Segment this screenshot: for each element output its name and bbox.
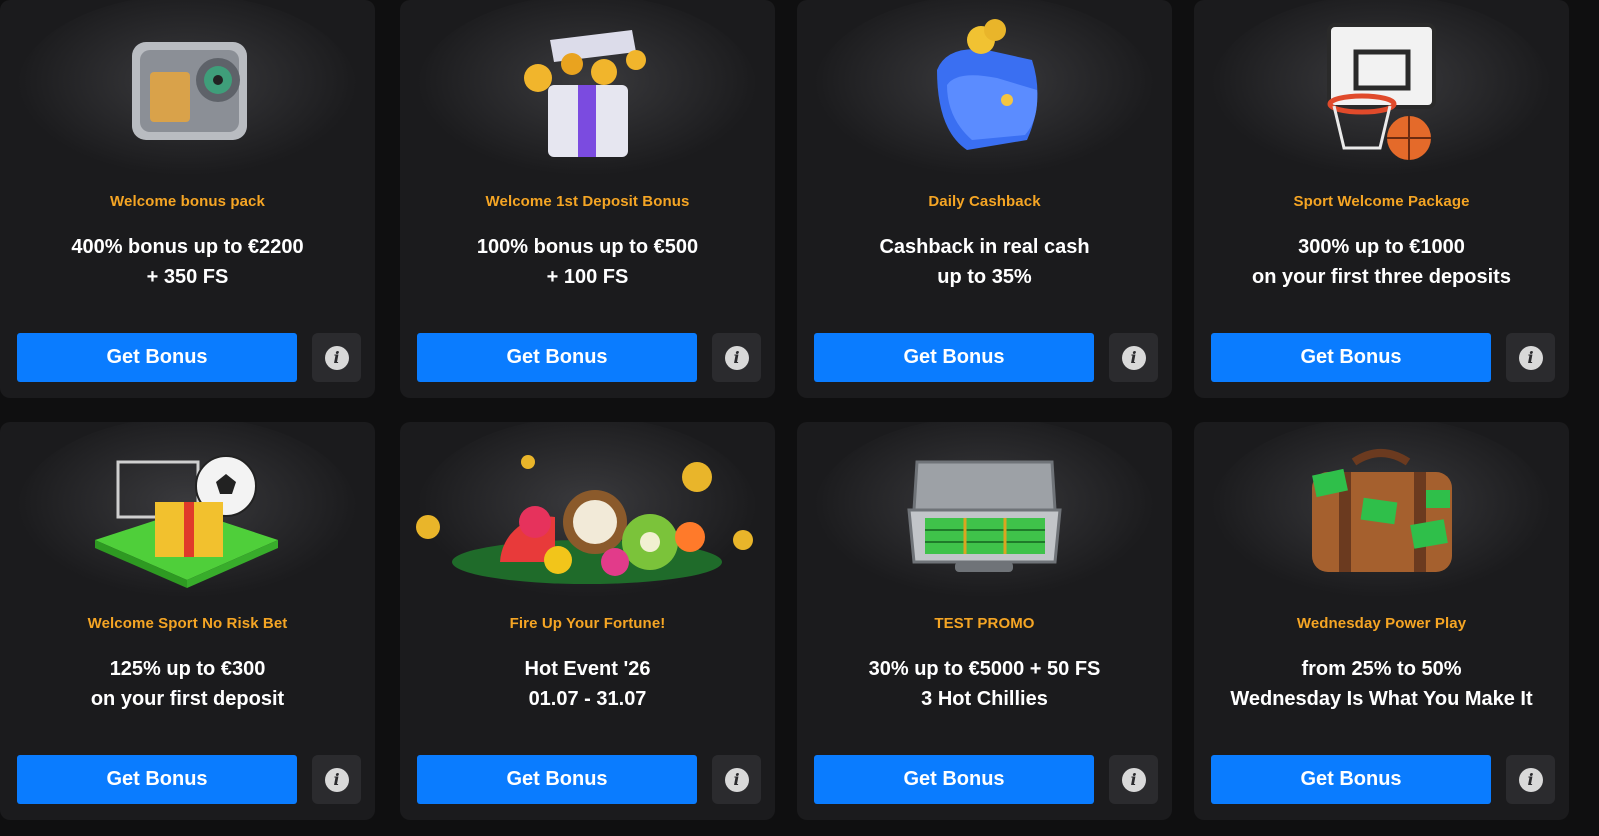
offer-line-1: Hot Event '26 — [524, 658, 651, 680]
bonus-offer: 100% bonus up to €500 + 100 FS — [400, 232, 775, 292]
get-bonus-button[interactable]: Get Bonus — [417, 755, 697, 804]
info-icon: i — [1121, 767, 1146, 792]
offer-line-2: on your first three deposits — [1252, 266, 1511, 288]
info-icon: i — [724, 767, 749, 792]
bonus-card: Welcome Sport No Risk Bet 125% up to €30… — [0, 422, 375, 820]
get-bonus-button[interactable]: Get Bonus — [1211, 333, 1491, 382]
bonus-title: Welcome Sport No Risk Bet — [87, 615, 288, 632]
offer-line-2: up to 35% — [937, 266, 1032, 288]
bonus-card: TEST PROMO 30% up to €5000 + 50 FS 3 Hot… — [797, 422, 1172, 820]
info-icon: i — [1518, 767, 1543, 792]
info-button[interactable]: i — [1109, 755, 1158, 804]
info-button[interactable]: i — [1506, 755, 1555, 804]
bonus-offer: Cashback in real cash up to 35% — [797, 232, 1172, 292]
bonus-card: Daily Cashback Cashback in real cash up … — [797, 0, 1172, 398]
info-icon: i — [1121, 345, 1146, 370]
get-bonus-button[interactable]: Get Bonus — [814, 755, 1094, 804]
get-bonus-button[interactable]: Get Bonus — [17, 333, 297, 382]
money-case-icon — [797, 422, 1172, 608]
safe-icon — [0, 0, 375, 186]
bonus-offer: from 25% to 50% Wednesday Is What You Ma… — [1194, 654, 1569, 714]
info-button[interactable]: i — [1109, 333, 1158, 382]
offer-line-1: from 25% to 50% — [1301, 658, 1462, 680]
info-button[interactable]: i — [312, 333, 361, 382]
info-button[interactable]: i — [312, 755, 361, 804]
offer-line-1: 30% up to €5000 + 50 FS — [868, 658, 1101, 680]
offer-line-2: on your first deposit — [90, 688, 285, 710]
offer-line-2: Wednesday Is What You Make It — [1230, 688, 1533, 710]
bonus-title: Welcome bonus pack — [110, 193, 265, 210]
bonus-card: Welcome 1st Deposit Bonus 100% bonus up … — [400, 0, 775, 398]
wallet-cashback-icon — [797, 0, 1172, 186]
offer-line-2: 3 Hot Chillies — [921, 688, 1048, 710]
bonus-grid: Welcome bonus pack 400% bonus up to €220… — [0, 0, 1599, 836]
bonus-offer: 125% up to €300 on your first deposit — [0, 654, 375, 714]
bonus-title: Wednesday Power Play — [1296, 615, 1467, 632]
info-button[interactable]: i — [712, 333, 761, 382]
bonus-title: Welcome 1st Deposit Bonus — [485, 193, 690, 210]
bonus-offer: 400% bonus up to €2200 + 350 FS — [0, 232, 375, 292]
bonus-offer: 30% up to €5000 + 50 FS 3 Hot Chillies — [797, 654, 1172, 714]
get-bonus-button[interactable]: Get Bonus — [417, 333, 697, 382]
offer-line-1: 300% up to €1000 — [1298, 236, 1465, 258]
get-bonus-button[interactable]: Get Bonus — [17, 755, 297, 804]
bonus-card: Sport Welcome Package 300% up to €1000 o… — [1194, 0, 1569, 398]
gift-box-coins-icon — [400, 0, 775, 186]
offer-line-1: 400% bonus up to €2200 — [71, 236, 304, 258]
basketball-hoop-icon — [1194, 0, 1569, 186]
info-icon: i — [324, 767, 349, 792]
offer-line-1: 125% up to €300 — [109, 658, 266, 680]
info-icon: i — [724, 345, 749, 370]
info-icon: i — [1518, 345, 1543, 370]
bonus-offer: 300% up to €1000 on your first three dep… — [1194, 232, 1569, 292]
info-button[interactable]: i — [1506, 333, 1555, 382]
bonus-card: Welcome bonus pack 400% bonus up to €220… — [0, 0, 375, 398]
bonus-title: Fire Up Your Fortune! — [509, 615, 666, 632]
bonus-title: Sport Welcome Package — [1293, 193, 1470, 210]
info-button[interactable]: i — [712, 755, 761, 804]
get-bonus-button[interactable]: Get Bonus — [1211, 755, 1491, 804]
bonus-title: TEST PROMO — [934, 615, 1035, 632]
bonus-card: Wednesday Power Play from 25% to 50% Wed… — [1194, 422, 1569, 820]
bonus-card: Fire Up Your Fortune! Hot Event '26 01.0… — [400, 422, 775, 820]
tropical-fruits-icon — [400, 422, 775, 608]
bonus-title: Daily Cashback — [928, 193, 1041, 210]
football-gift-icon — [0, 422, 375, 608]
money-bag-icon — [1194, 422, 1569, 608]
offer-line-2: + 350 FS — [146, 266, 229, 288]
info-icon: i — [324, 345, 349, 370]
offer-line-2: 01.07 - 31.07 — [528, 688, 647, 710]
offer-line-1: 100% bonus up to €500 — [476, 236, 699, 258]
offer-line-1: Cashback in real cash — [879, 236, 1090, 258]
offer-line-2: + 100 FS — [546, 266, 629, 288]
get-bonus-button[interactable]: Get Bonus — [814, 333, 1094, 382]
bonus-offer: Hot Event '26 01.07 - 31.07 — [400, 654, 775, 714]
